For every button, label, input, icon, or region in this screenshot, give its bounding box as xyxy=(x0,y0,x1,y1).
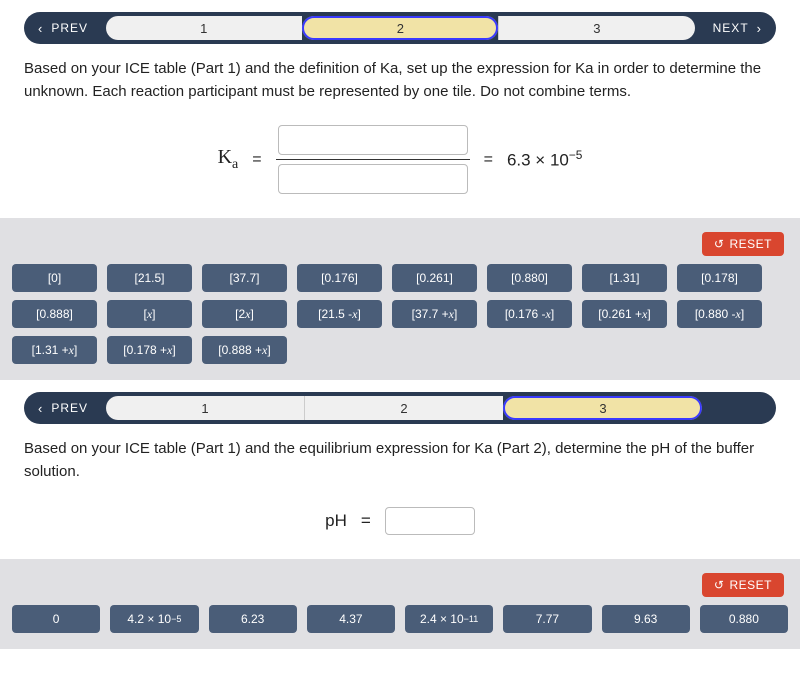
chevron-right-icon: › xyxy=(757,21,762,36)
answer-tile[interactable]: 0 xyxy=(12,605,100,633)
equals-sign: = xyxy=(361,511,371,531)
denominator-slot[interactable] xyxy=(278,164,468,194)
answer-tile[interactable]: [0.888] xyxy=(12,300,97,328)
next-button[interactable]: NEXT › xyxy=(699,12,776,44)
answer-tile[interactable]: [0.888 + x] xyxy=(202,336,287,364)
prev-label: PREV xyxy=(51,401,88,415)
answer-tile[interactable]: [0.880 - x] xyxy=(677,300,762,328)
answer-tile[interactable]: [0] xyxy=(12,264,97,292)
step-3[interactable]: 3 xyxy=(503,396,702,420)
reset-button[interactable]: ↺ RESET xyxy=(702,573,784,597)
ka-symbol: Ka xyxy=(218,146,239,173)
ph-answer-slot[interactable] xyxy=(385,507,475,535)
step-indicator: 1 2 3 xyxy=(106,396,702,420)
answer-tile[interactable]: [1.31 + x] xyxy=(12,336,97,364)
fraction xyxy=(276,125,470,194)
instruction-text: Based on your ICE table (Part 1) and the… xyxy=(0,432,800,497)
answer-tile[interactable]: [0.176 - x] xyxy=(487,300,572,328)
answer-tile[interactable]: 4.2 × 10−5 xyxy=(110,605,198,633)
answer-tile[interactable]: [2x] xyxy=(202,300,287,328)
fraction-bar xyxy=(276,159,470,160)
step-3[interactable]: 3 xyxy=(498,16,695,40)
step-indicator: 1 2 3 xyxy=(106,16,695,40)
tile-grid: 0 4.2 × 10−5 6.23 4.37 2.4 × 10−11 7.77 9.63 0.… xyxy=(12,605,788,633)
answer-tile[interactable]: [0.261 + x] xyxy=(582,300,667,328)
numerator-slot[interactable] xyxy=(278,125,468,155)
undo-icon: ↺ xyxy=(714,578,725,592)
equals-sign: = xyxy=(252,151,261,169)
tile-grid: [0] [21.5] [37.7] [0.176] [0.261] [0.880] [1.3… xyxy=(12,264,788,364)
answer-tile[interactable]: 2.4 × 10−11 xyxy=(405,605,493,633)
answer-tile[interactable]: [0.261] xyxy=(392,264,477,292)
step-2[interactable]: 2 xyxy=(302,16,499,40)
step-1[interactable]: 1 xyxy=(106,16,302,40)
tile-bank: ↺ RESET [0] [21.5] [37.7] [0.176] [0.261] [0.… xyxy=(0,218,800,380)
next-label: NEXT xyxy=(713,21,749,35)
answer-tile[interactable]: 0.880 xyxy=(700,605,788,633)
step-nav-bar: ‹ PREV 1 2 3 NEXT › xyxy=(24,12,776,44)
answer-tile[interactable]: [0.178] xyxy=(677,264,762,292)
step-1[interactable]: 1 xyxy=(106,396,304,420)
reset-label: RESET xyxy=(729,578,772,592)
answer-tile[interactable]: 4.37 xyxy=(307,605,395,633)
answer-tile[interactable]: [21.5] xyxy=(107,264,192,292)
ka-value: 6.3 × 10−5 xyxy=(507,148,582,171)
prev-button[interactable]: ‹ PREV xyxy=(24,12,102,44)
reset-button[interactable]: ↺ RESET xyxy=(702,232,784,256)
answer-tile[interactable]: [0.880] xyxy=(487,264,572,292)
answer-tile[interactable]: [37.7] xyxy=(202,264,287,292)
answer-tile[interactable]: 6.23 xyxy=(209,605,297,633)
answer-tile[interactable]: [37.7 + x] xyxy=(392,300,477,328)
instruction-text: Based on your ICE table (Part 1) and the… xyxy=(0,52,800,117)
step-nav-bar: ‹ PREV 1 2 3 xyxy=(24,392,776,424)
chevron-left-icon: ‹ xyxy=(38,21,43,36)
prev-button[interactable]: ‹ PREV xyxy=(24,392,102,424)
answer-tile[interactable]: [0.176] xyxy=(297,264,382,292)
reset-label: RESET xyxy=(729,237,772,251)
equals-sign: = xyxy=(484,151,493,169)
chevron-left-icon: ‹ xyxy=(38,401,43,416)
answer-tile[interactable]: [x] xyxy=(107,300,192,328)
ph-label: pH xyxy=(325,511,347,531)
prev-label: PREV xyxy=(51,21,88,35)
ph-equation: pH = xyxy=(0,497,800,559)
tile-bank: ↺ RESET 0 4.2 × 10−5 6.23 4.37 2.4 × 10−11 7.… xyxy=(0,559,800,649)
answer-tile[interactable]: 7.77 xyxy=(503,605,591,633)
answer-tile[interactable]: [21.5 - x] xyxy=(297,300,382,328)
answer-tile[interactable]: [1.31] xyxy=(582,264,667,292)
step-2[interactable]: 2 xyxy=(304,396,503,420)
answer-tile[interactable]: 9.63 xyxy=(602,605,690,633)
ka-equation: Ka = = 6.3 × 10−5 xyxy=(0,117,800,218)
answer-tile[interactable]: [0.178 + x] xyxy=(107,336,192,364)
undo-icon: ↺ xyxy=(714,237,725,251)
